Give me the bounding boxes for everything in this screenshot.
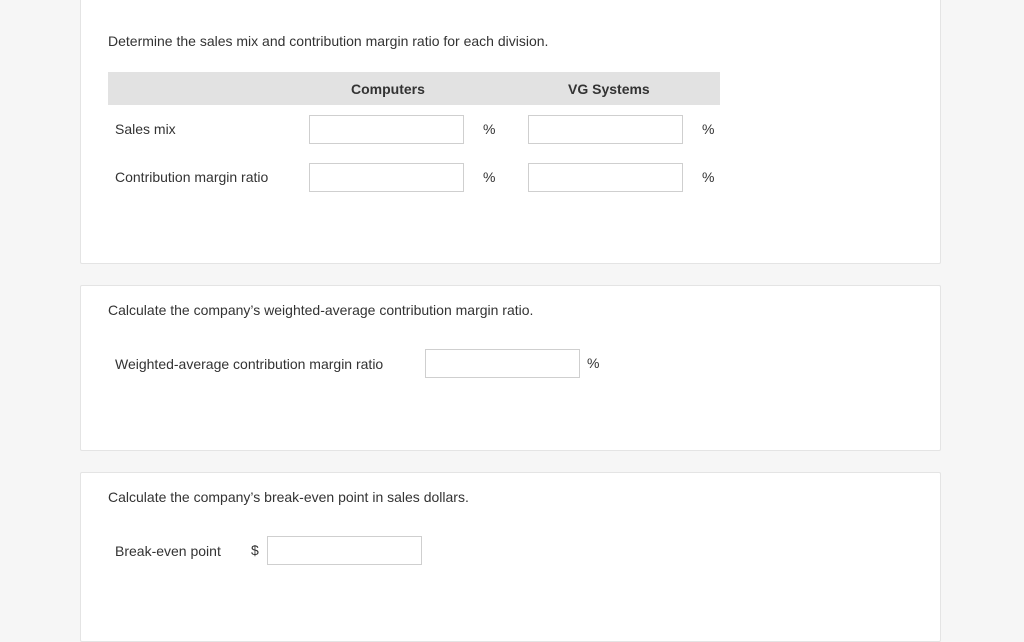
weighted-average-card: Calculate the company’s weighted-average…: [80, 285, 941, 451]
sales-mix-vg-systems-input[interactable]: [528, 115, 683, 144]
cm-ratio-vg-systems-input[interactable]: [528, 163, 683, 192]
weighted-average-label: Weighted-average contribution margin rat…: [115, 356, 384, 372]
break-even-card: Calculate the company’s break-even point…: [80, 472, 941, 642]
break-even-label: Break-even point: [115, 543, 221, 559]
row-label-contribution-margin-ratio: Contribution margin ratio: [115, 169, 269, 185]
percent-unit: %: [702, 121, 715, 137]
sales-mix-card: Determine the sales mix and contribution…: [80, 0, 941, 264]
sales-mix-computers-input[interactable]: [309, 115, 464, 144]
sales-mix-question: Determine the sales mix and contribution…: [108, 33, 549, 49]
percent-unit: %: [483, 121, 496, 137]
percent-unit: %: [483, 169, 496, 185]
percent-unit: %: [587, 355, 600, 371]
percent-unit: %: [702, 169, 715, 185]
break-even-point-input[interactable]: [267, 536, 422, 565]
weighted-average-question: Calculate the company’s weighted-average…: [108, 302, 534, 318]
break-even-question: Calculate the company’s break-even point…: [108, 489, 469, 505]
weighted-average-cm-ratio-input[interactable]: [425, 349, 580, 378]
dollar-sign: $: [251, 542, 259, 558]
division-table-header: Computers VG Systems: [108, 72, 720, 105]
row-label-sales-mix: Sales mix: [115, 121, 176, 137]
column-header-computers: Computers: [351, 81, 425, 97]
cm-ratio-computers-input[interactable]: [309, 163, 464, 192]
column-header-vg-systems: VG Systems: [568, 81, 650, 97]
